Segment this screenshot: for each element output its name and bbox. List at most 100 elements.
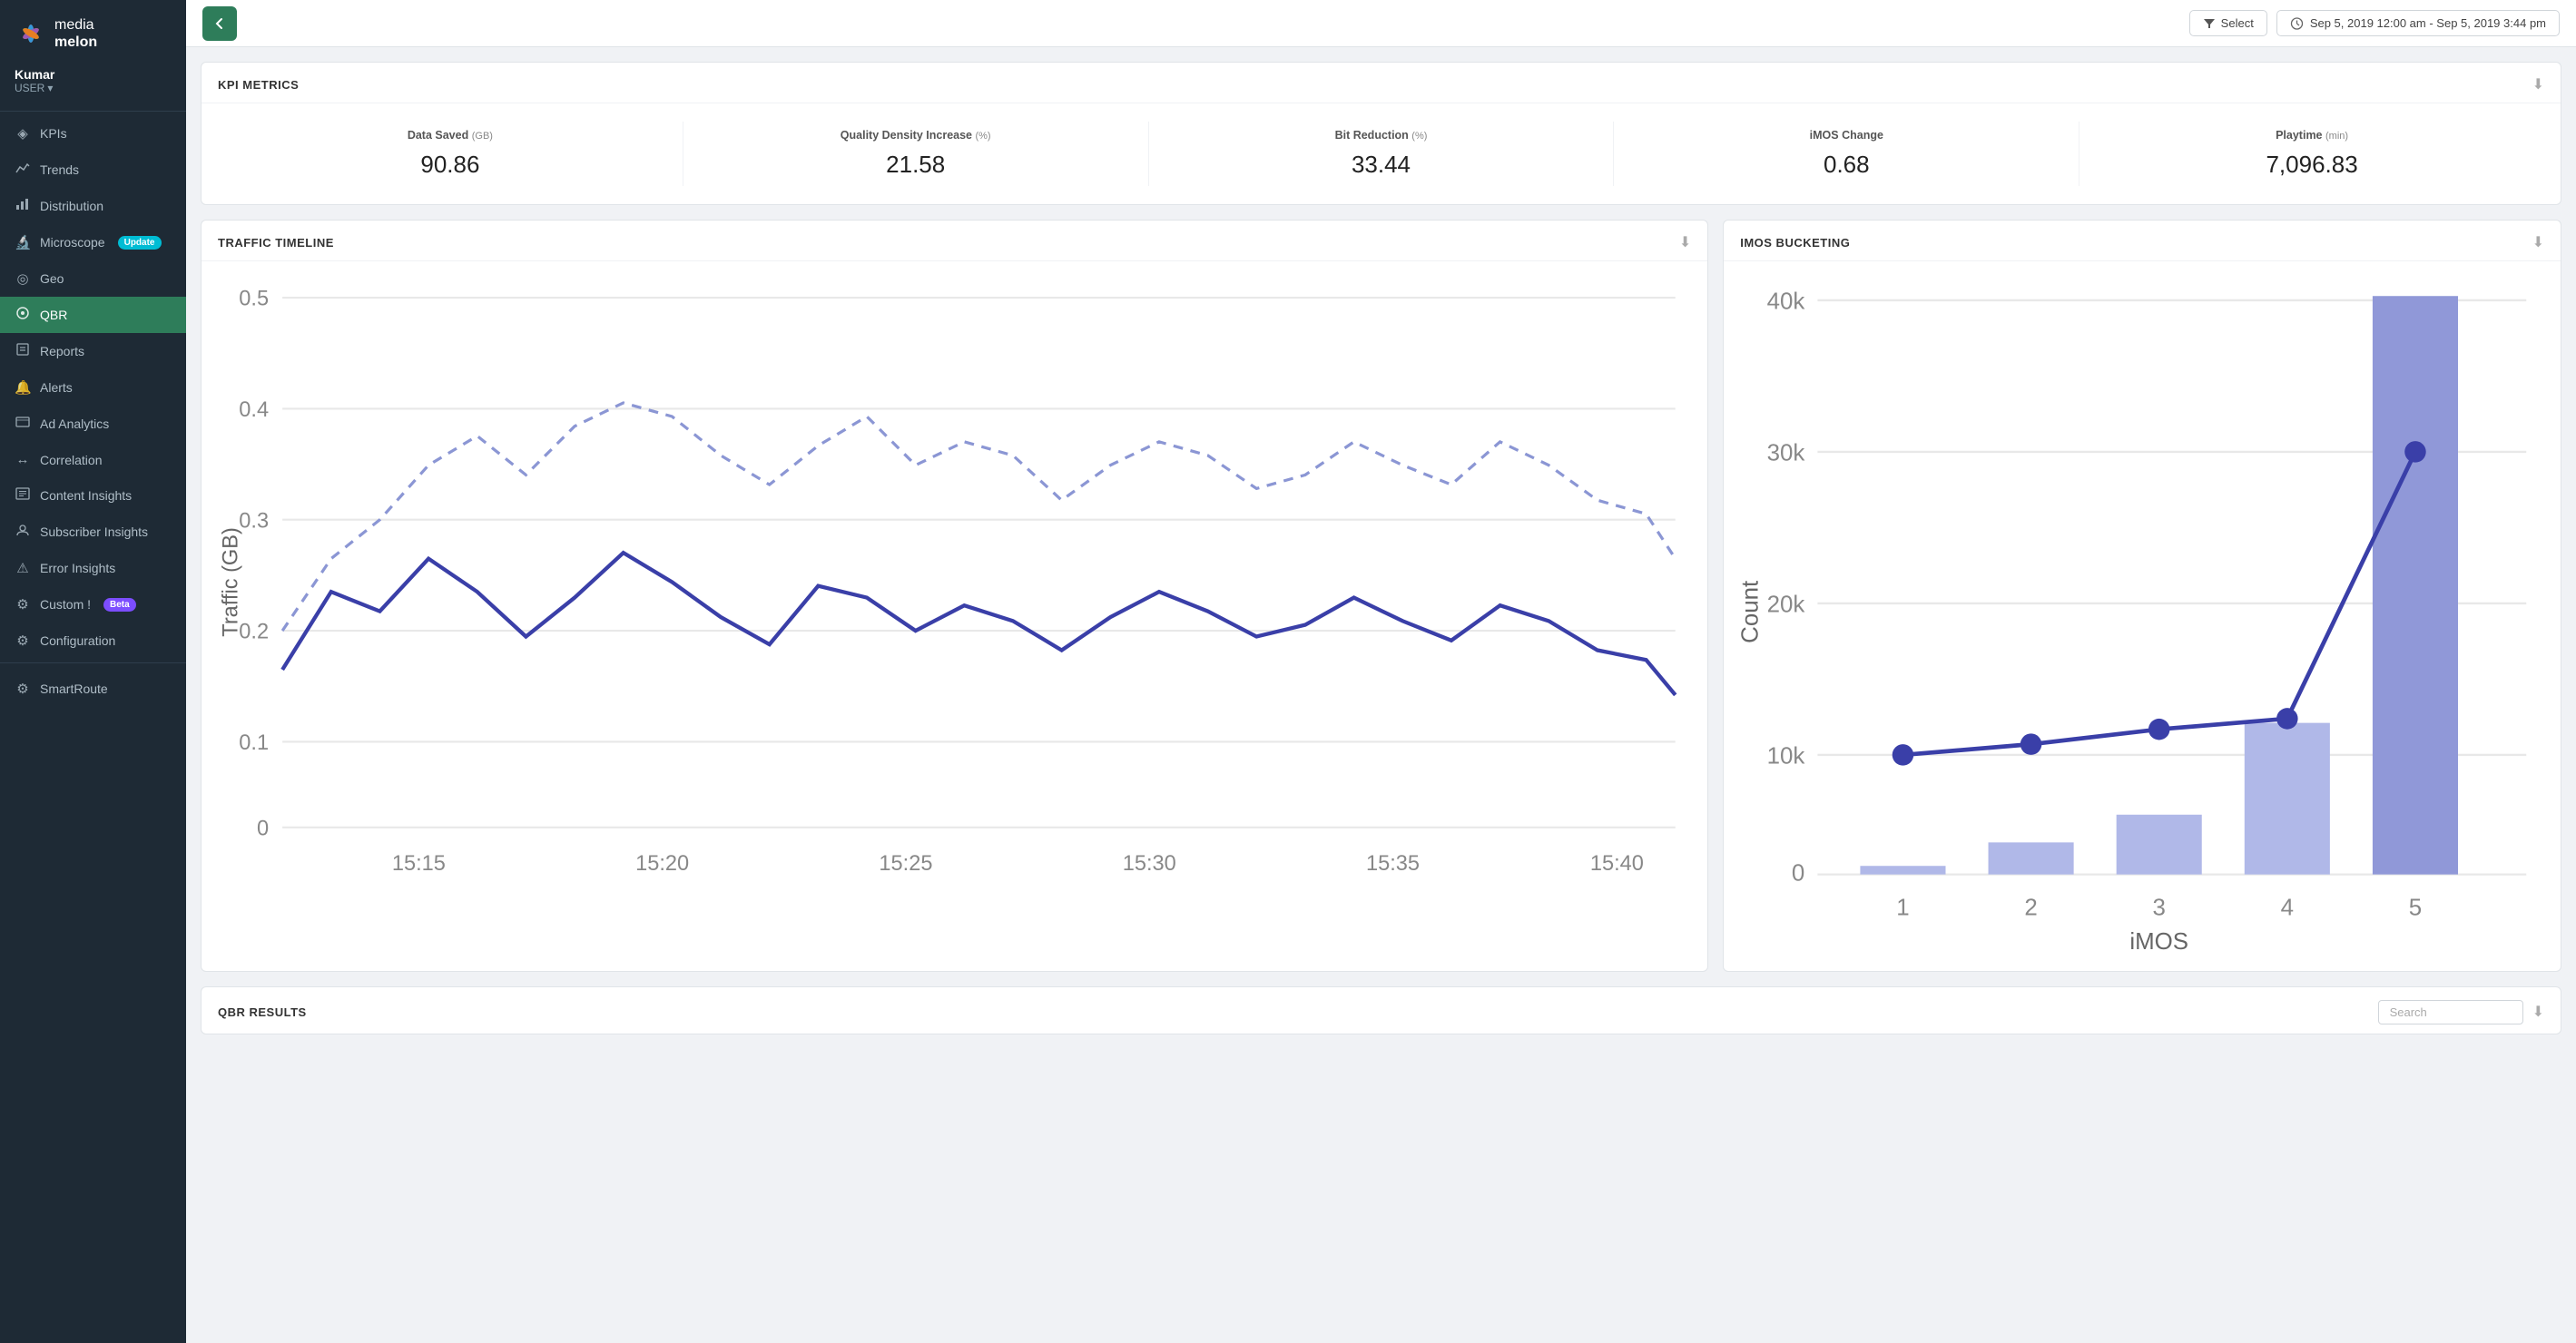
back-button[interactable]: [202, 6, 237, 41]
traffic-chart-svg: 0.5 0.4 0.3 0.2 0.1 0 Traffic (GB): [214, 270, 1695, 894]
content-area: KPI METRICS ⬇ Data Saved (GB) 90.86 Qual…: [186, 47, 2576, 1343]
logo-media: media: [54, 16, 97, 34]
sidebar-label-trends: Trends: [40, 162, 79, 177]
kpi-label-imos: iMOS Change: [1810, 129, 1883, 142]
svg-text:20k: 20k: [1767, 592, 1805, 617]
svg-text:Traffic (GB): Traffic (GB): [220, 527, 243, 637]
content-insights-icon: [15, 487, 31, 504]
kpi-value-quality: 21.58: [693, 151, 1139, 179]
kpi-title: KPI METRICS: [218, 78, 299, 92]
logo-text: media melon: [54, 16, 97, 51]
sidebar-label-kpis: KPIs: [40, 126, 67, 141]
dropdown-icon: ▾: [47, 82, 53, 94]
sidebar-item-microscope[interactable]: 🔬 Microscope Update: [0, 224, 186, 260]
sidebar-label-microscope: Microscope: [40, 235, 105, 250]
kpi-download-icon[interactable]: ⬇: [2532, 75, 2544, 93]
reports-icon: [15, 343, 31, 359]
datetime-button[interactable]: Sep 5, 2019 12:00 am - Sep 5, 2019 3:44 …: [2276, 10, 2560, 36]
qbr-results-header: QBR RESULTS ⬇: [202, 987, 2561, 1034]
main-content: Select Sep 5, 2019 12:00 am - Sep 5, 201…: [186, 0, 2576, 1343]
sidebar-label-reports: Reports: [40, 344, 84, 358]
topbar-right: Select Sep 5, 2019 12:00 am - Sep 5, 201…: [2189, 10, 2560, 36]
sidebar-label-alerts: Alerts: [40, 380, 73, 395]
sidebar-label-ad-analytics: Ad Analytics: [40, 417, 109, 431]
user-role[interactable]: USER ▾: [15, 82, 172, 94]
sidebar-item-smartroute[interactable]: ⚙ SmartRoute: [0, 671, 186, 707]
traffic-chart-body: 0.5 0.4 0.3 0.2 0.1 0 Traffic (GB): [202, 261, 1707, 911]
sidebar-bottom-divider: [0, 662, 186, 663]
qbr-download-icon[interactable]: ⬇: [2532, 1003, 2544, 1021]
svg-text:15:20: 15:20: [635, 852, 689, 876]
sidebar-item-custom[interactable]: ⚙ Custom ! Beta: [0, 586, 186, 622]
imos-card-header: iMOS BUCKETING ⬇: [1724, 221, 2561, 261]
sidebar-label-error-insights: Error Insights: [40, 561, 115, 575]
kpi-metrics-card: KPI METRICS ⬇ Data Saved (GB) 90.86 Qual…: [201, 62, 2561, 205]
imos-bucketing-card: iMOS BUCKETING ⬇ 40k 30k 20k 10k 0 Count: [1723, 220, 2561, 972]
smartroute-icon: ⚙: [15, 681, 31, 697]
alerts-icon: 🔔: [15, 379, 31, 396]
kpi-unit-playtime: (min): [2325, 131, 2348, 142]
kpi-value-data-saved: 90.86: [227, 151, 673, 179]
sidebar-item-error-insights[interactable]: ⚠ Error Insights: [0, 550, 186, 586]
sidebar-label-geo: Geo: [40, 271, 64, 286]
subscriber-insights-icon: [15, 524, 31, 540]
filter-icon: [2203, 17, 2216, 30]
sidebar-item-geo[interactable]: ◎ Geo: [0, 260, 186, 297]
qbr-results-card: QBR RESULTS ⬇: [201, 986, 2561, 1034]
imos-download-icon[interactable]: ⬇: [2532, 233, 2544, 251]
configuration-icon: ⚙: [15, 632, 31, 649]
svg-text:15:35: 15:35: [1366, 852, 1420, 876]
traffic-download-icon[interactable]: ⬇: [1679, 233, 1691, 251]
kpi-unit-data-saved: (GB): [472, 131, 493, 142]
svg-text:0.1: 0.1: [239, 731, 269, 755]
svg-text:40k: 40k: [1767, 289, 1805, 314]
sidebar-item-ad-analytics[interactable]: Ad Analytics: [0, 406, 186, 442]
kpi-value-playtime: 7,096.83: [2089, 151, 2535, 179]
sidebar-item-distribution[interactable]: Distribution: [0, 188, 186, 224]
sidebar-item-subscriber-insights[interactable]: Subscriber Insights: [0, 514, 186, 550]
svg-text:1: 1: [1896, 895, 1909, 920]
kpi-value-imos: 0.68: [1623, 151, 2070, 179]
kpi-playtime: Playtime (min) 7,096.83: [2079, 122, 2544, 186]
kpi-data-saved: Data Saved (GB) 90.86: [218, 122, 683, 186]
kpi-unit-bit: (%): [1411, 131, 1427, 142]
qbr-results-title: QBR RESULTS: [218, 1005, 307, 1019]
svg-text:30k: 30k: [1767, 440, 1805, 466]
select-button[interactable]: Select: [2189, 10, 2267, 36]
topbar: Select Sep 5, 2019 12:00 am - Sep 5, 201…: [186, 0, 2576, 47]
traffic-card-header: TRAFFIC TIMELINE ⬇: [202, 221, 1707, 261]
ad-analytics-icon: [15, 416, 31, 432]
svg-text:15:25: 15:25: [879, 852, 932, 876]
sidebar-item-trends[interactable]: Trends: [0, 152, 186, 188]
svg-text:2: 2: [2025, 895, 2038, 920]
svg-text:5: 5: [2409, 895, 2422, 920]
kpi-label-quality: Quality Density Increase: [841, 129, 972, 142]
kpi-imos-change: iMOS Change 0.68: [1614, 122, 2079, 186]
sidebar-item-reports[interactable]: Reports: [0, 333, 186, 369]
microscope-badge: Update: [118, 236, 162, 250]
kpi-bit-reduction: Bit Reduction (%) 33.44: [1149, 122, 1615, 186]
sidebar-item-alerts[interactable]: 🔔 Alerts: [0, 369, 186, 406]
username: Kumar: [15, 67, 172, 82]
svg-text:4: 4: [2281, 895, 2294, 920]
kpi-value-bit: 33.44: [1158, 151, 1605, 179]
svg-text:0: 0: [257, 817, 269, 840]
svg-text:15:40: 15:40: [1590, 852, 1644, 876]
sidebar-item-content-insights[interactable]: Content Insights: [0, 477, 186, 514]
sidebar-item-correlation[interactable]: ↔ Correlation: [0, 442, 186, 477]
svg-text:0.2: 0.2: [239, 621, 269, 644]
svg-text:0.4: 0.4: [239, 398, 269, 422]
qbr-search-input[interactable]: [2378, 1000, 2523, 1024]
sidebar-divider: [0, 111, 186, 112]
sidebar-item-kpis[interactable]: ◈ KPIs: [0, 115, 186, 152]
imos-chart-body: 40k 30k 20k 10k 0 Count: [1724, 261, 2561, 971]
kpi-quality-density: Quality Density Increase (%) 21.58: [683, 122, 1149, 186]
svg-text:0: 0: [1792, 861, 1804, 887]
user-info: Kumar USER ▾: [0, 62, 186, 107]
error-insights-icon: ⚠: [15, 560, 31, 576]
sidebar-item-qbr[interactable]: QBR: [0, 297, 186, 333]
svg-text:0.3: 0.3: [239, 509, 269, 533]
traffic-timeline-card: TRAFFIC TIMELINE ⬇ 0.5 0.4 0.3 0.2 0.1 0…: [201, 220, 1708, 972]
sidebar-item-configuration[interactable]: ⚙ Configuration: [0, 622, 186, 659]
sidebar-label-custom: Custom !: [40, 597, 91, 612]
